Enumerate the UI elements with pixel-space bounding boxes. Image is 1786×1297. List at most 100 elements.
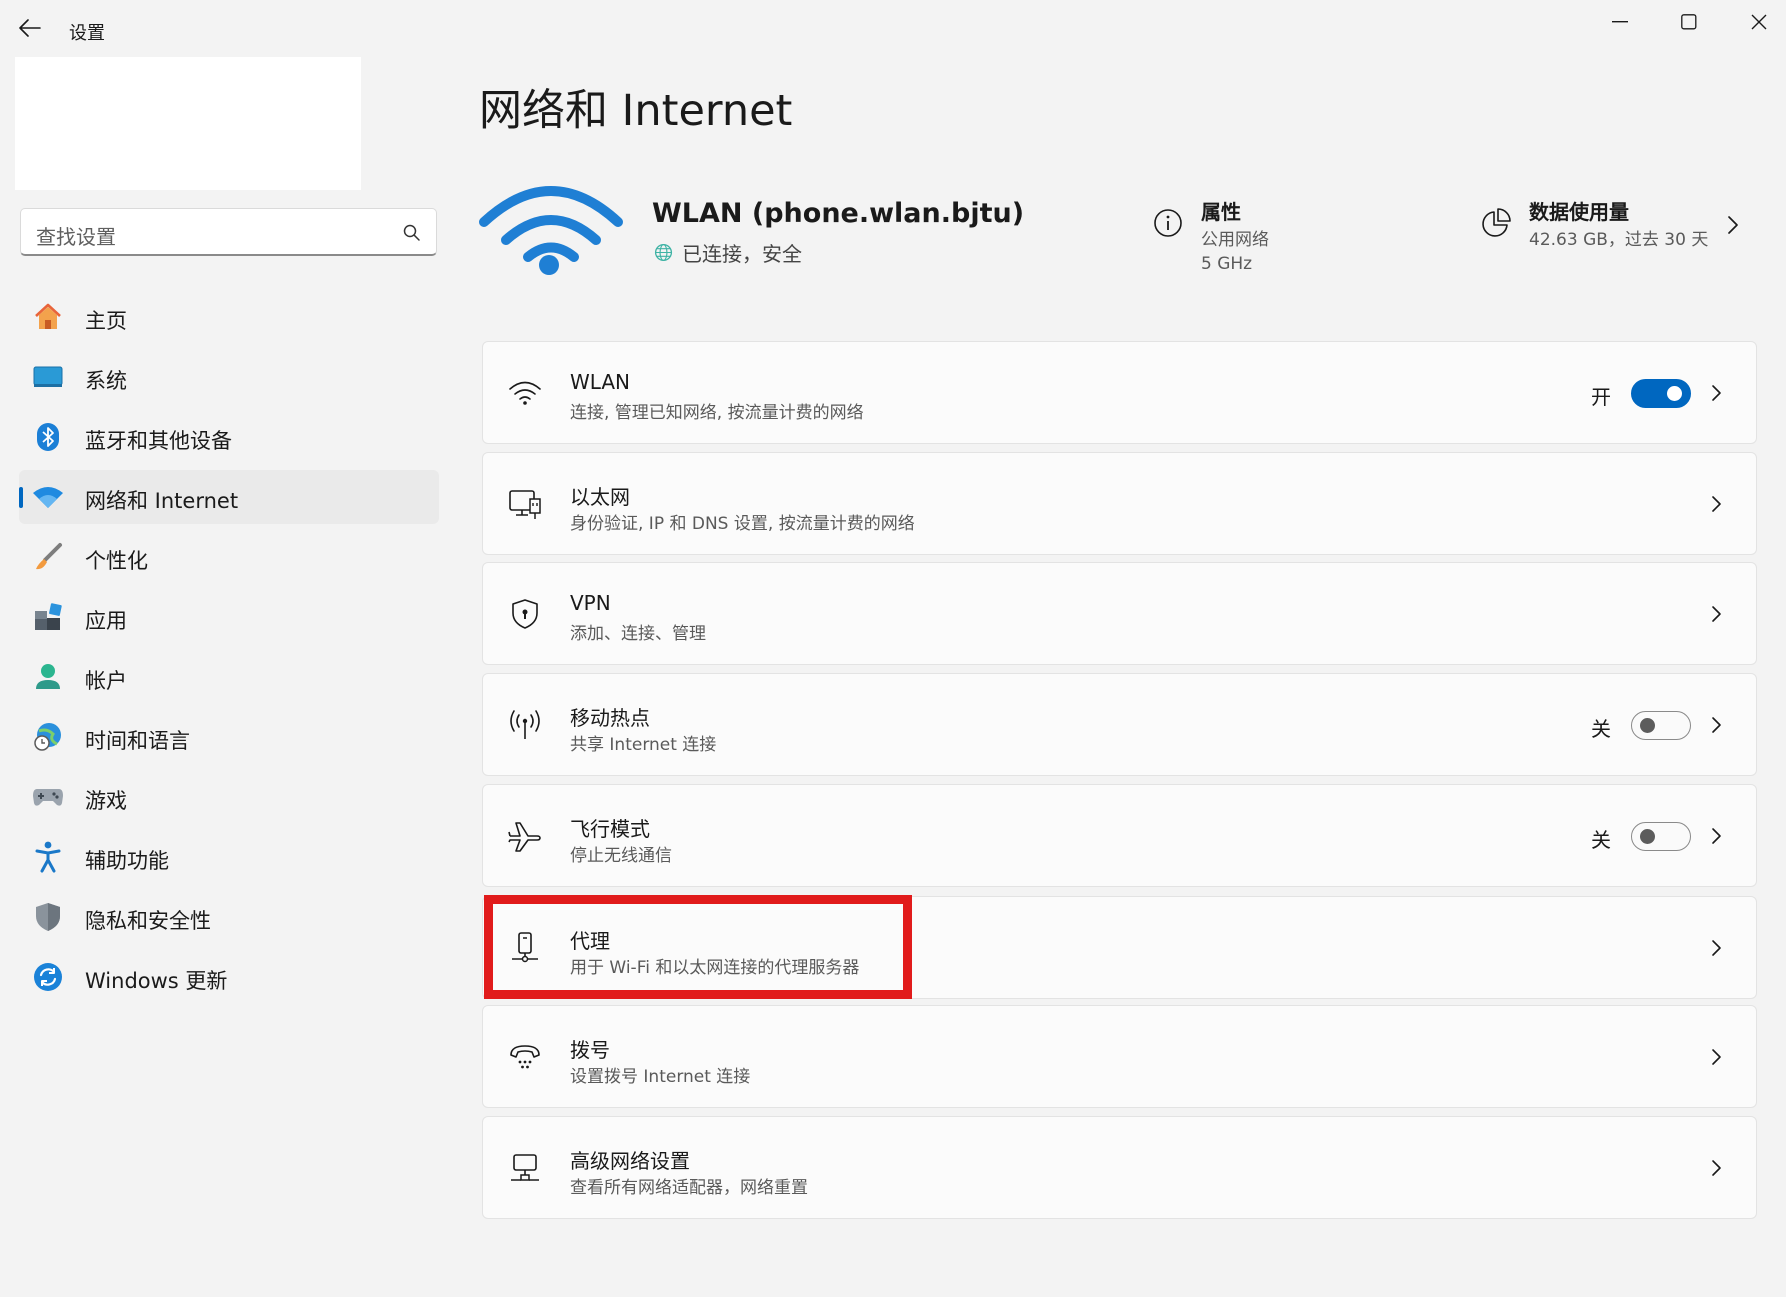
card-subtitle: 停止无线通信: [570, 846, 672, 866]
bluetooth-icon: [32, 421, 64, 453]
card-subtitle: 设置拨号 Internet 连接: [570, 1067, 751, 1087]
data-usage-value: 42.63 GB，过去 30 天: [1529, 230, 1709, 250]
search-icon[interactable]: [402, 223, 422, 243]
system-icon: [32, 361, 64, 393]
properties-network-type: 公用网络: [1201, 230, 1269, 250]
chevron-right-icon[interactable]: [1710, 493, 1724, 515]
card-subtitle: 添加、连接、管理: [570, 624, 706, 644]
card-title: 飞行模式: [570, 817, 650, 841]
page-title: 网络和 Internet: [479, 86, 793, 136]
wlan-toggle[interactable]: [1631, 379, 1691, 408]
chevron-right-icon[interactable]: [1710, 937, 1724, 959]
toggle-state-label: 关: [1591, 717, 1611, 741]
sidebar-item-label: 隐私和安全性: [85, 909, 211, 933]
card-title: 高级网络设置: [570, 1149, 690, 1173]
mobile-hotspot-toggle[interactable]: [1631, 711, 1691, 740]
network-icon: [32, 481, 64, 513]
close-icon[interactable]: [1736, 4, 1782, 40]
sidebar-item-home[interactable]: 主页: [19, 290, 439, 344]
sidebar-item-label: 辅助功能: [85, 849, 169, 873]
toggle-knob: [1667, 386, 1682, 401]
card-wlan[interactable]: WLAN 连接, 管理已知网络, 按流量计费的网络 开: [482, 341, 1757, 444]
wifi-large-icon: [479, 186, 623, 275]
chevron-right-icon[interactable]: [1710, 825, 1724, 847]
toggle-knob: [1640, 829, 1655, 844]
card-subtitle: 共享 Internet 连接: [570, 735, 717, 755]
active-indicator: [19, 487, 23, 508]
window-title: 设置: [69, 23, 105, 44]
card-mobile-hotspot[interactable]: 移动热点 共享 Internet 连接 关: [482, 673, 1757, 776]
sidebar-item-label: 系统: [85, 369, 127, 393]
ethernet-icon: [506, 485, 544, 523]
sidebar-item-time-language[interactable]: 时间和语言: [19, 710, 439, 764]
sidebar-item-bluetooth[interactable]: 蓝牙和其他设备: [19, 410, 439, 464]
sidebar-item-windows-update[interactable]: Windows 更新: [19, 950, 439, 1004]
advanced-network-icon: [506, 1149, 544, 1187]
connection-status: 已连接，安全: [654, 238, 802, 267]
back-arrow-icon[interactable]: [16, 14, 44, 42]
sidebar-item-label: 主页: [85, 309, 127, 333]
time-language-icon: [32, 721, 64, 753]
data-usage-title: 数据使用量: [1529, 200, 1629, 224]
chevron-right-icon[interactable]: [1710, 382, 1724, 404]
card-vpn[interactable]: VPN 添加、连接、管理: [482, 562, 1757, 665]
card-airplane-mode[interactable]: 飞行模式 停止无线通信 关: [482, 784, 1757, 887]
chevron-right-icon[interactable]: [1710, 1046, 1724, 1068]
properties-band: 5 GHz: [1201, 253, 1253, 274]
airplane-icon: [506, 817, 544, 855]
card-title: 拨号: [570, 1038, 610, 1062]
sidebar-item-label: Windows 更新: [85, 969, 228, 993]
sidebar-item-personalization[interactable]: 个性化: [19, 530, 439, 584]
sidebar-item-apps[interactable]: 应用: [19, 590, 439, 644]
shield-icon: [32, 901, 64, 933]
connection-status-text: 已连接，安全: [682, 242, 802, 266]
sidebar-item-privacy[interactable]: 隐私和安全性: [19, 890, 439, 944]
data-usage[interactable]: 数据使用量 42.63 GB，过去 30 天: [1479, 196, 1708, 251]
globe-icon: [654, 243, 673, 262]
vpn-shield-icon: [506, 595, 544, 633]
minimize-icon[interactable]: [1597, 4, 1643, 40]
search-box[interactable]: 查找设置: [20, 208, 437, 256]
windows-update-icon: [32, 961, 64, 993]
hotspot-icon: [506, 706, 544, 744]
chevron-right-icon[interactable]: [1710, 603, 1724, 625]
card-subtitle: 身份验证, IP 和 DNS 设置, 按流量计费的网络: [570, 514, 915, 534]
sidebar-item-gaming[interactable]: 游戏: [19, 770, 439, 824]
wifi-icon: [506, 374, 544, 412]
pie-chart-icon: [1479, 206, 1513, 240]
account-banner[interactable]: [15, 57, 361, 190]
sidebar-item-accounts[interactable]: 帐户: [19, 650, 439, 704]
toggle-knob: [1640, 718, 1655, 733]
card-advanced-network[interactable]: 高级网络设置 查看所有网络适配器，网络重置: [482, 1116, 1757, 1219]
chevron-right-icon[interactable]: [1710, 714, 1724, 736]
sidebar-item-label: 应用: [85, 609, 127, 633]
sidebar-item-label: 帐户: [85, 669, 127, 693]
sidebar-item-label: 时间和语言: [85, 729, 190, 753]
sidebar-nav: 主页 系统 蓝牙和其他设备 网络和 Internet 个性化 应用 帐户 时间和…: [19, 290, 439, 1010]
apps-icon: [32, 601, 64, 633]
chevron-right-icon[interactable]: [1710, 1157, 1724, 1179]
maximize-icon[interactable]: [1666, 4, 1712, 40]
chevron-right-icon[interactable]: [1723, 213, 1743, 237]
highlight-box: [484, 895, 912, 999]
sidebar-item-label: 游戏: [85, 789, 127, 813]
sidebar-item-network[interactable]: 网络和 Internet: [19, 470, 439, 524]
airplane-mode-toggle[interactable]: [1631, 822, 1691, 851]
title-bar: 设置: [0, 0, 1786, 56]
card-subtitle: 查看所有网络适配器，网络重置: [570, 1178, 808, 1198]
properties-title: 属性: [1201, 200, 1241, 224]
sidebar-item-accessibility[interactable]: 辅助功能: [19, 830, 439, 884]
gamepad-icon: [32, 781, 64, 813]
dialup-icon: [506, 1038, 544, 1076]
card-dialup[interactable]: 拨号 设置拨号 Internet 连接: [482, 1005, 1757, 1108]
sidebar-item-system[interactable]: 系统: [19, 350, 439, 404]
accessibility-icon: [32, 841, 64, 873]
card-subtitle: 连接, 管理已知网络, 按流量计费的网络: [570, 403, 864, 423]
toggle-state-label: 开: [1591, 385, 1611, 409]
search-input[interactable]: 查找设置: [36, 221, 116, 250]
card-title: VPN: [570, 591, 611, 615]
card-ethernet[interactable]: 以太网 身份验证, IP 和 DNS 设置, 按流量计费的网络: [482, 452, 1757, 555]
network-properties[interactable]: 属性 公用网络 5 GHz: [1151, 196, 1269, 274]
sidebar-item-label: 蓝牙和其他设备: [85, 429, 232, 453]
card-title: 移动热点: [570, 706, 650, 730]
